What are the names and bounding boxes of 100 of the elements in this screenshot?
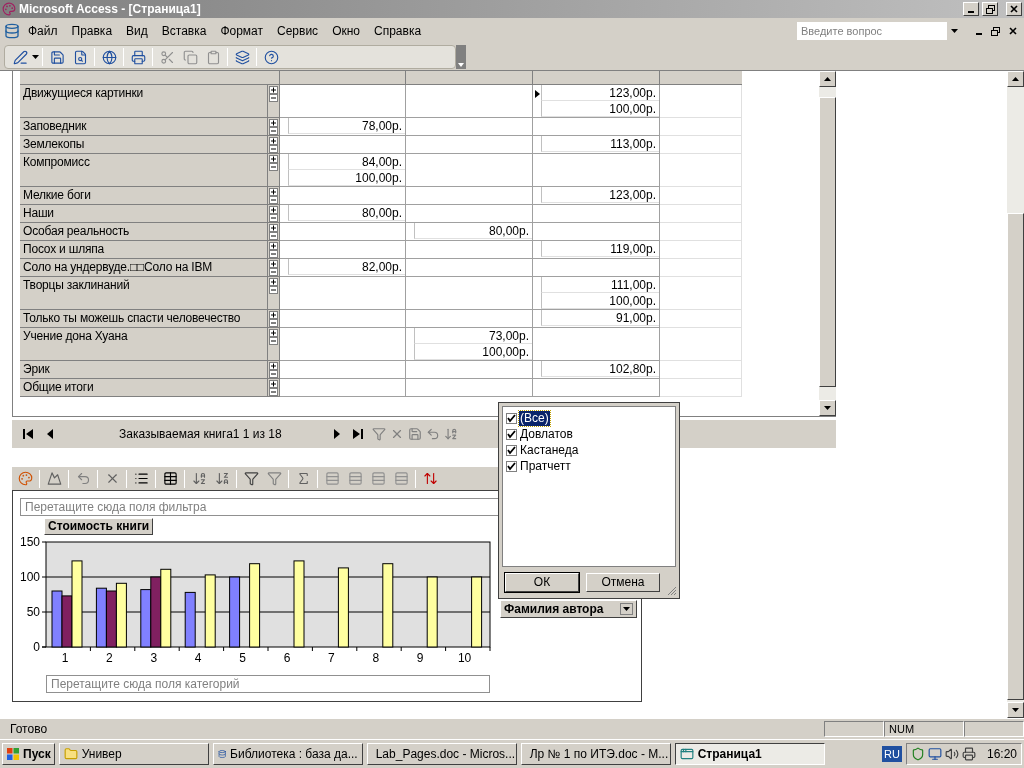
expand-collapse-icon[interactable] <box>269 329 278 345</box>
menu-item[interactable]: Правка <box>65 21 119 41</box>
checkbox[interactable] <box>506 444 517 456</box>
value-field: 84,00р. <box>288 154 405 170</box>
value-field: 100,00р. <box>414 344 532 360</box>
scroll-up-button[interactable] <box>819 71 836 87</box>
filter-option[interactable]: (Все) <box>519 410 550 426</box>
scroll-up-button[interactable] <box>1007 71 1024 87</box>
taskbar-button[interactable]: Универ <box>58 743 209 765</box>
close-button[interactable] <box>1006 2 1022 16</box>
row-header: Эрик <box>20 361 268 379</box>
filter-option[interactable]: Довлатов <box>519 426 574 442</box>
restore-icon <box>985 4 995 14</box>
series-field-label: Фамилия автора <box>504 601 604 617</box>
dialog-button[interactable]: Отмена <box>586 573 660 592</box>
menu-item[interactable]: Справка <box>368 21 428 41</box>
speaker-icon[interactable] <box>944 747 959 761</box>
menu-item[interactable]: Вставка <box>155 21 213 41</box>
language-indicator[interactable]: RU <box>882 746 902 762</box>
save-record-icon[interactable] <box>406 425 424 443</box>
checkbox[interactable] <box>506 412 517 424</box>
app-icon <box>2 2 16 16</box>
row-header: Компромисс <box>20 154 268 187</box>
value-field: 91,00р. <box>541 310 659 326</box>
dropdown-icon[interactable] <box>620 603 633 615</box>
scrollbar[interactable] <box>819 71 836 416</box>
row-header: Особая реальность <box>20 223 268 241</box>
window-title: Microsoft Access - [Страница1] <box>19 1 202 17</box>
value-field: 82,00р. <box>288 259 405 275</box>
value-field: 123,00р. <box>541 85 659 101</box>
restore-icon <box>990 26 1000 36</box>
row-header: Только ты можешь спасти человечество <box>20 310 268 328</box>
last-record-icon[interactable] <box>352 428 364 440</box>
value-field: 111,00р. <box>541 277 659 293</box>
taskbar-button[interactable]: Лр № 1 по ИТЭ.doc - M... <box>520 743 671 765</box>
help-search-field[interactable]: Введите вопрос <box>797 22 947 40</box>
first-record-icon[interactable] <box>22 428 34 440</box>
menu-item[interactable]: Окно <box>326 21 366 41</box>
start-button[interactable]: Пуск <box>2 743 55 765</box>
filter-option[interactable]: Кастанеда <box>519 442 580 458</box>
value-field: 113,00р. <box>541 136 659 152</box>
axis-label: 100 <box>19 570 40 584</box>
shield-icon[interactable] <box>910 747 925 761</box>
scroll-down-button[interactable] <box>1007 702 1024 718</box>
axis-label: 9 <box>416 651 424 665</box>
axis-label: 3 <box>150 651 158 665</box>
down-arrow-icon <box>1012 708 1019 712</box>
row-header: Заповедник <box>20 118 268 136</box>
axis-label: 0 <box>33 640 40 654</box>
menu-item[interactable]: Формат <box>214 21 270 41</box>
drop-zone-label: Перетащите сюда поля фильтра <box>25 499 207 515</box>
axis-label: 10 <box>457 651 472 665</box>
restore-button[interactable] <box>982 2 998 16</box>
value-field: 100,00р. <box>541 293 659 309</box>
value-field: 73,00р. <box>414 328 532 344</box>
row-header: Мелкие боги <box>20 187 268 205</box>
row-header: Учение дона Хуана <box>20 328 268 361</box>
filter-option[interactable]: Пратчетт <box>519 458 572 474</box>
row-header: Движущиеся картинки <box>20 85 268 118</box>
row-header: Наши <box>20 205 268 223</box>
up-arrow-icon <box>824 77 831 81</box>
value-field: 123,00р. <box>541 187 659 203</box>
taskbar-button[interactable]: Lab_Pages.doc - Micros... <box>366 743 517 765</box>
printer-icon[interactable] <box>961 747 976 761</box>
windows-flag-icon <box>6 747 20 761</box>
checkbox[interactable] <box>506 460 517 472</box>
checkbox[interactable] <box>506 428 517 440</box>
taskbar-button[interactable]: Библиотека : база да... <box>212 743 363 765</box>
axis-label: 6 <box>283 651 291 665</box>
page-icon <box>679 747 694 761</box>
menu-item[interactable]: Сервис <box>271 21 325 41</box>
toolbar-options-button[interactable] <box>456 45 466 69</box>
drop-zone[interactable]: Перетащите сюда поля категорий <box>46 675 490 693</box>
taskbar-button[interactable]: Страница1 <box>674 743 825 765</box>
axis-label: 8 <box>372 651 380 665</box>
series-field-button[interactable]: Фамилия автора <box>500 600 637 618</box>
data-field-button[interactable]: Стоимость книги <box>44 518 154 535</box>
scrollbar[interactable] <box>1007 71 1024 718</box>
expand-collapse-icon[interactable] <box>269 86 278 102</box>
expand-collapse-icon[interactable] <box>269 278 278 294</box>
scrollbar-thumb[interactable] <box>819 97 836 387</box>
scrollbar-thumb[interactable] <box>1007 213 1024 700</box>
dialog-button[interactable]: ОК <box>505 573 579 592</box>
menu-item[interactable]: Файл <box>22 21 64 41</box>
restore-button[interactable] <box>988 24 1002 38</box>
menu-item[interactable]: Вид <box>120 21 154 41</box>
scroll-down-button[interactable] <box>819 400 836 416</box>
axis-label: 5 <box>239 651 246 665</box>
expand-collapse-icon[interactable] <box>269 155 278 171</box>
value-field: 100,00р. <box>288 170 405 186</box>
row-header: Землекопы <box>20 136 268 154</box>
minimize-button[interactable] <box>963 2 979 16</box>
status-text: Готово <box>10 721 49 737</box>
monitor-icon[interactable] <box>927 747 942 761</box>
close-icon <box>1009 27 1017 35</box>
value-field: 119,00р. <box>541 241 659 257</box>
up-arrow-icon <box>1012 77 1019 81</box>
dropdown-icon[interactable] <box>32 55 39 59</box>
resize-grip-icon[interactable] <box>667 586 677 596</box>
dropdown-icon[interactable] <box>951 29 958 33</box>
